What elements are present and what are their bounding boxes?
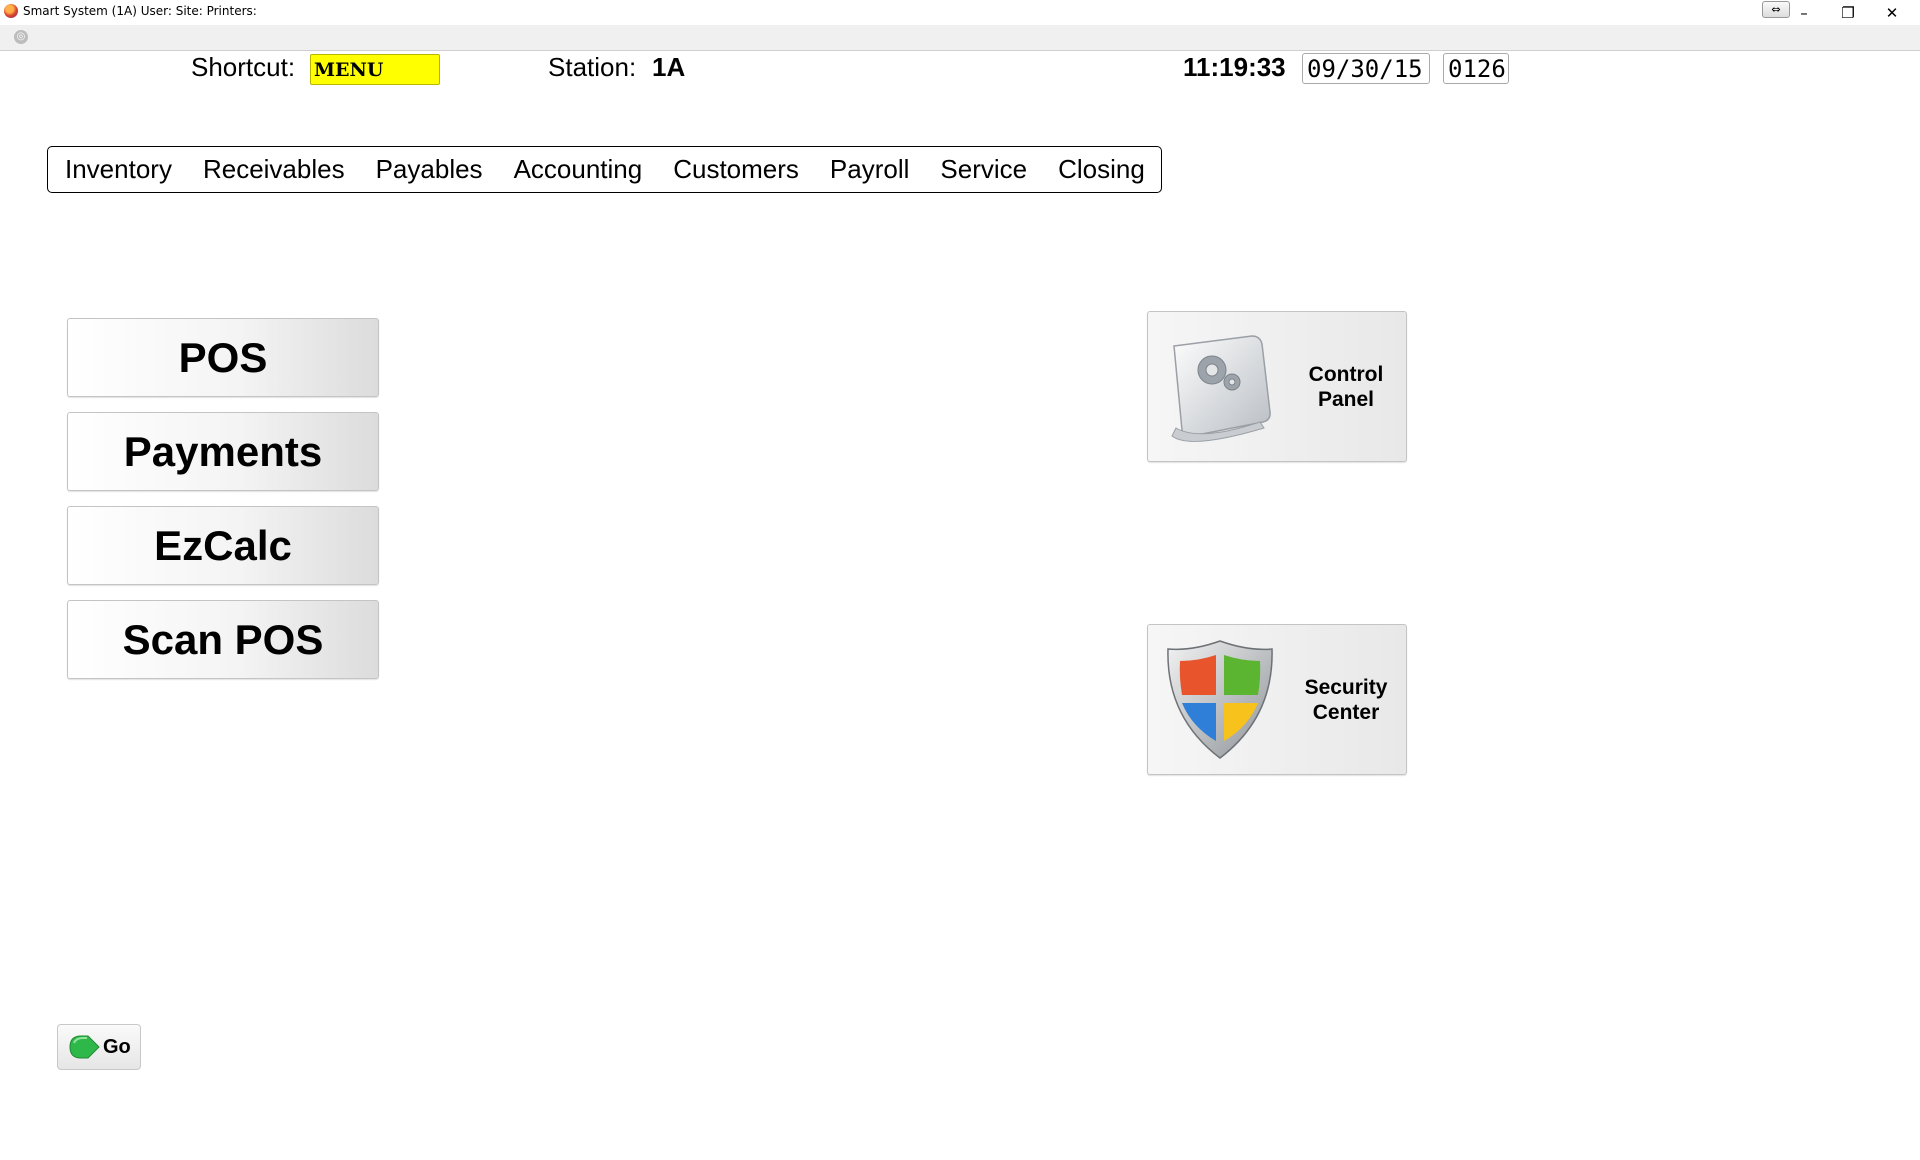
title-bar: Smart System (1A) User: Site: Printers: … xyxy=(0,0,1920,25)
station-label: Station: xyxy=(548,52,637,82)
scan-pos-button[interactable]: Scan POS xyxy=(67,600,379,679)
go-label: Go xyxy=(103,1035,131,1058)
app-icon xyxy=(4,4,18,18)
menu-item-customers[interactable]: Customers xyxy=(673,154,799,185)
gears-icon xyxy=(1171,335,1271,442)
shield-icon xyxy=(1167,640,1273,759)
control-panel-button[interactable]: Control Panel xyxy=(1147,311,1407,462)
window-title: Smart System (1A) User: Site: Printers: xyxy=(23,4,257,18)
menu-item-accounting[interactable]: Accounting xyxy=(514,154,643,185)
pos-button[interactable]: POS xyxy=(67,318,379,397)
menu-item-payroll[interactable]: Payroll xyxy=(830,154,909,185)
control-panel-label-line2: Panel xyxy=(1317,388,1375,411)
toolbar: ◎ xyxy=(0,25,1920,51)
date-display: 09/30/15 xyxy=(1302,53,1430,84)
minimize-button[interactable]: – xyxy=(1782,0,1826,25)
menu-item-inventory[interactable]: Inventory xyxy=(65,154,172,185)
payments-button[interactable]: Payments xyxy=(67,412,379,491)
station-value: 1A xyxy=(652,52,686,82)
shortcut-input[interactable]: MENU xyxy=(310,54,440,85)
ezcalc-button[interactable]: EzCalc xyxy=(67,506,379,585)
control-panel-label: Control Panel xyxy=(1296,362,1396,412)
code-display: 0126 xyxy=(1443,53,1509,84)
maximize-button[interactable]: ❐ xyxy=(1826,0,1870,25)
menu-item-payables[interactable]: Payables xyxy=(376,154,483,185)
close-button[interactable]: ✕ xyxy=(1870,0,1914,25)
security-center-label-line1: Security xyxy=(1304,676,1388,699)
menu-item-service[interactable]: Service xyxy=(940,154,1027,185)
control-panel-label-line1: Control xyxy=(1308,363,1384,386)
menu-bar: Inventory Receivables Payables Accountin… xyxy=(47,146,1162,193)
security-center-label-line2: Center xyxy=(1312,701,1380,724)
clock: 11:19:33 xyxy=(1183,52,1286,82)
security-center-button[interactable]: Security Center xyxy=(1147,624,1407,775)
menu-item-receivables[interactable]: Receivables xyxy=(203,154,345,185)
globe-icon[interactable]: ◎ xyxy=(14,30,28,44)
shortcut-label: Shortcut: xyxy=(191,52,296,82)
menu-item-closing[interactable]: Closing xyxy=(1058,154,1145,185)
go-button[interactable]: Go xyxy=(57,1024,141,1070)
arrow-right-icon xyxy=(69,1035,100,1059)
security-center-label: Security Center xyxy=(1296,675,1396,725)
